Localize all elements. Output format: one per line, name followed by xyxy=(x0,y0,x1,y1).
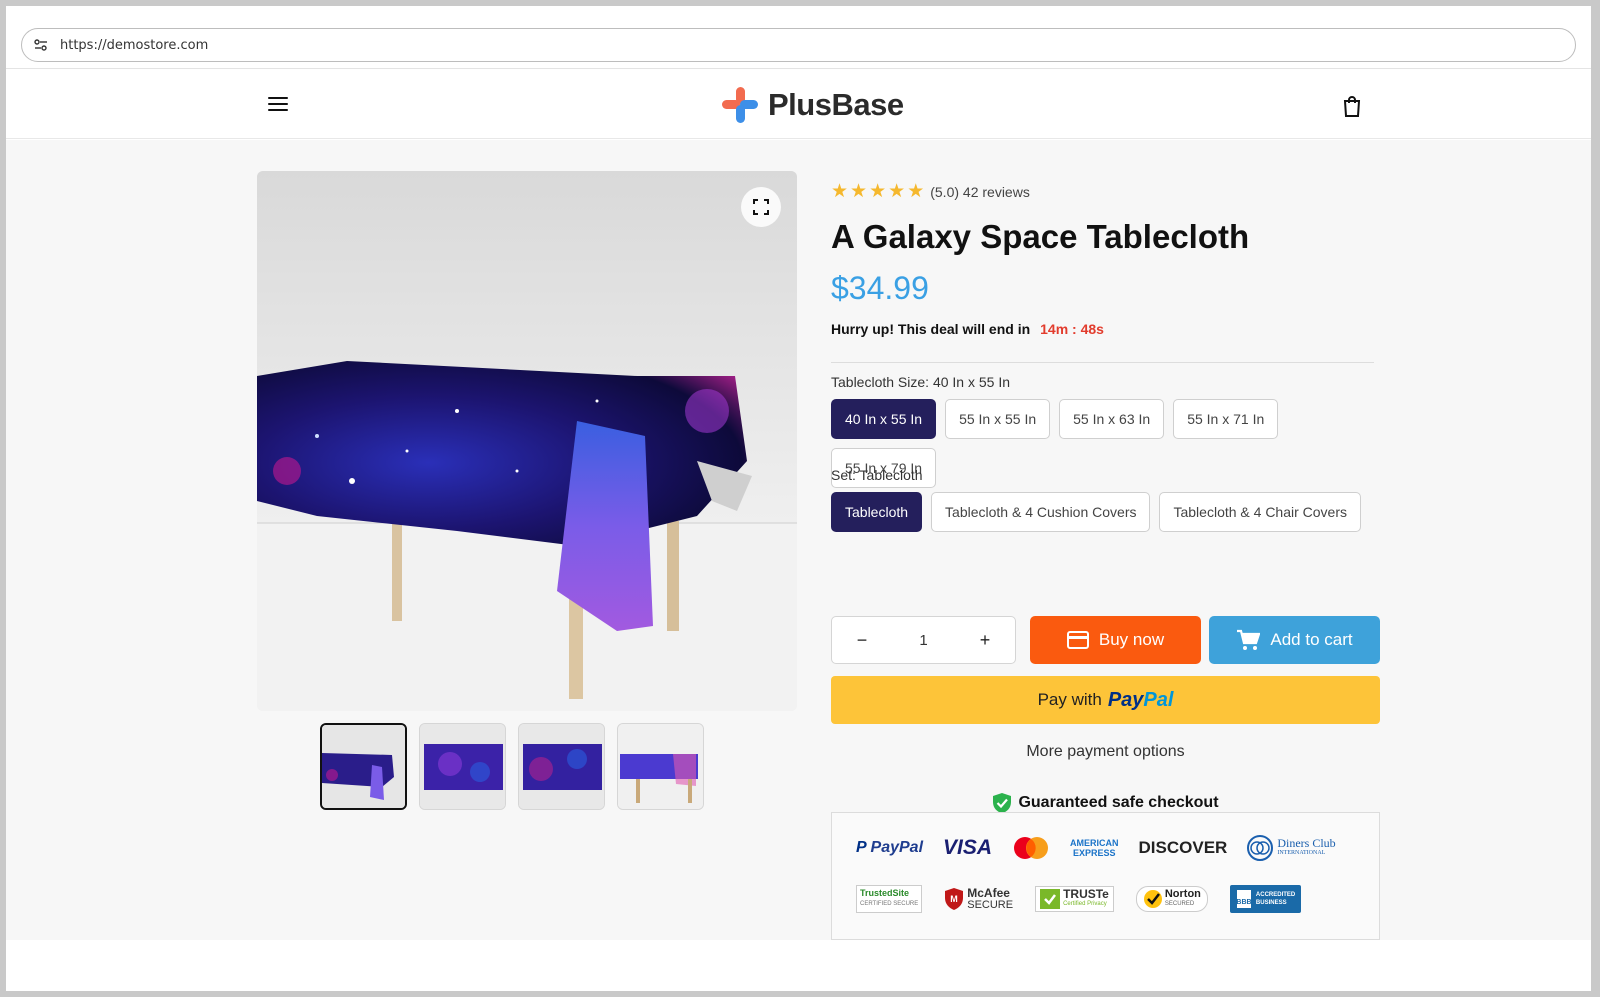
paypal-button[interactable]: Pay with PayPal xyxy=(831,676,1380,724)
paypal-button-prefix: Pay with xyxy=(1037,690,1102,709)
star-icon: ★ xyxy=(869,181,887,202)
paypal-logo: P PayPal xyxy=(856,839,924,856)
product-title: A Galaxy Space Tablecloth xyxy=(831,218,1250,255)
buy-now-button[interactable]: Buy now xyxy=(1030,616,1201,664)
bbb-torch-icon: BBB xyxy=(1236,890,1251,908)
expand-icon xyxy=(753,199,769,215)
paypal-wordmark-pay: Pay xyxy=(1107,688,1144,711)
quantity-decrease-button[interactable]: − xyxy=(832,617,892,663)
product-price: $34.99 xyxy=(831,270,929,306)
hurry-text: Hurry up! This deal will end in xyxy=(831,321,1031,337)
thumbnail-2[interactable] xyxy=(419,723,506,810)
product-main-image[interactable] xyxy=(257,171,797,711)
norton-check-icon xyxy=(1143,890,1162,908)
set-label: Set: Tablecloth xyxy=(831,467,923,483)
deal-countdown: Hurry up! This deal will end in 14m : 48… xyxy=(831,321,1104,337)
credit-card-icon xyxy=(1066,631,1089,649)
galaxy-tablecloth-image xyxy=(257,171,797,711)
size-option-55x63[interactable]: 55 In x 63 In xyxy=(1059,399,1165,439)
more-payment-options-link[interactable]: More payment options xyxy=(831,743,1380,761)
browser-window: https://demostore.com PlusBase ★ ★ ★ ★ ★… xyxy=(6,6,1591,991)
quantity-input[interactable] xyxy=(893,631,954,649)
set-option-chair-covers[interactable]: Tablecloth & 4 Chair Covers xyxy=(1159,492,1362,532)
diners-club-icon xyxy=(1247,835,1274,861)
product-page: ★ ★ ★ ★ ★ (5.0) 42 reviews A Galaxy Spac… xyxy=(6,140,1591,940)
thumbnail-1[interactable] xyxy=(320,723,407,810)
set-option-tablecloth[interactable]: Tablecloth xyxy=(831,492,923,532)
star-icon: ★ xyxy=(831,181,849,202)
set-option-cushion-covers[interactable]: Tablecloth & 4 Cushion Covers xyxy=(931,492,1151,532)
add-to-cart-label: Add to cart xyxy=(1270,630,1353,649)
rating-row[interactable]: ★ ★ ★ ★ ★ (5.0) 42 reviews xyxy=(831,182,1030,201)
rating-text[interactable]: (5.0) 42 reviews xyxy=(930,184,1030,200)
discover-logo: DISCOVER xyxy=(1138,838,1228,857)
store-header: PlusBase xyxy=(6,69,1591,139)
size-label: Tablecloth Size: 40 In x 55 In xyxy=(831,374,1010,390)
visa-logo: VISA xyxy=(943,836,993,859)
security-badges: TrustedSite CERTIFIED SECURE M McAfee SE… xyxy=(856,885,1302,913)
truste-check-icon xyxy=(1040,889,1061,909)
fullscreen-button[interactable] xyxy=(741,187,781,227)
url-text[interactable]: https://demostore.com xyxy=(60,38,208,53)
store-logo[interactable]: PlusBase xyxy=(720,85,904,125)
set-options: Tablecloth Tablecloth & 4 Cushion Covers… xyxy=(831,492,1376,532)
mastercard-logo-icon xyxy=(1014,837,1049,859)
brand-name: PlusBase xyxy=(768,87,904,122)
shopping-bag-icon[interactable] xyxy=(1342,95,1362,117)
safe-checkout-heading: Guaranteed safe checkout xyxy=(831,792,1380,814)
safe-checkout-text: Guaranteed safe checkout xyxy=(1018,794,1219,811)
cart-icon xyxy=(1237,629,1261,650)
add-to-cart-button[interactable]: Add to cart xyxy=(1209,616,1380,664)
amex-logo: AMERICAN EXPRESS xyxy=(1070,838,1119,858)
divider xyxy=(831,362,1374,363)
shield-check-icon xyxy=(993,793,1012,813)
quantity-increase-button[interactable]: + xyxy=(955,617,1015,663)
thumbnail-3[interactable] xyxy=(518,723,605,810)
thumbnail-4[interactable] xyxy=(617,723,704,810)
site-settings-icon[interactable] xyxy=(34,38,50,52)
size-option-55x71[interactable]: 55 In x 71 In xyxy=(1173,399,1279,439)
payment-logos: P PayPal VISA AMERICANEXPRESS DISCOVER xyxy=(856,835,1336,861)
mcafee-shield-icon: M xyxy=(945,888,964,910)
mcafee-badge: M McAfee SECURE xyxy=(944,887,1013,911)
norton-badge: Norton SECURED xyxy=(1135,886,1208,912)
thumbnail-strip xyxy=(320,723,704,810)
trust-badges-box: P PayPal VISA AMERICANEXPRESS DISCOVER xyxy=(831,812,1380,940)
hamburger-menu-icon[interactable] xyxy=(268,97,288,113)
svg-text:M: M xyxy=(950,894,958,904)
diners-club-logo: Diners Club INTERNATIONAL xyxy=(1247,835,1336,861)
address-bar[interactable]: https://demostore.com xyxy=(21,28,1576,62)
plus-logo-icon xyxy=(722,87,758,123)
quantity-stepper: − + xyxy=(831,616,1016,664)
bbb-badge: BBB ACCREDITED BUSINESS xyxy=(1229,885,1302,913)
trustedsite-badge: TrustedSite CERTIFIED SECURE xyxy=(856,885,923,913)
size-option-55x55[interactable]: 55 In x 55 In xyxy=(945,399,1051,439)
truste-badge: TRUSTe Certified Privacy xyxy=(1035,886,1114,912)
paypal-wordmark: PayPal xyxy=(1108,689,1174,712)
svg-text:BBB: BBB xyxy=(1236,899,1251,906)
star-icon: ★ xyxy=(850,181,868,202)
size-option-40x55[interactable]: 40 In x 55 In xyxy=(831,399,937,439)
paypal-wordmark-pal: Pal xyxy=(1143,688,1174,711)
countdown-timer: 14m : 48s xyxy=(1040,321,1104,337)
star-icon: ★ xyxy=(907,181,925,202)
star-icon: ★ xyxy=(888,181,906,202)
buy-now-label: Buy now xyxy=(1098,630,1165,649)
